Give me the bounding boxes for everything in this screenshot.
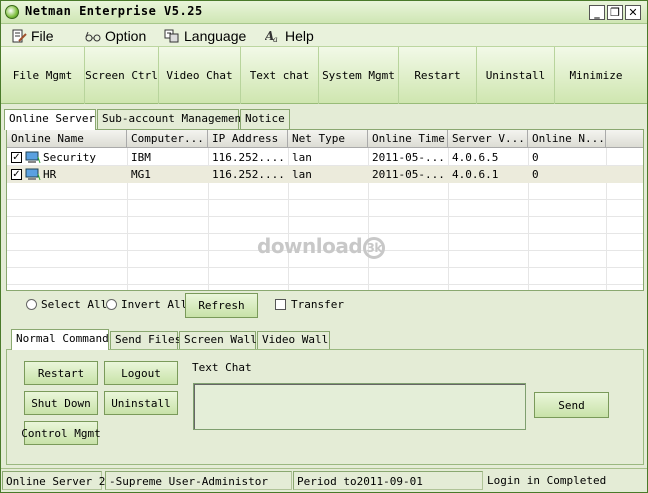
status-bar: Online Server 2 -Supreme User-Administor… <box>1 468 647 492</box>
grid-line <box>7 284 643 285</box>
cell-computer: MG1 <box>131 168 151 181</box>
cell-online-name: HR <box>43 168 57 181</box>
send-button[interactable]: Send <box>534 392 609 418</box>
screen-ctrl-button[interactable]: Screen Ctrl <box>85 47 159 104</box>
menu-option[interactable]: Option <box>85 27 146 45</box>
menu-file-label: File <box>31 28 54 44</box>
file-mgmt-button[interactable]: File Mgmt <box>1 47 85 104</box>
column-online-time[interactable]: Online Time <box>368 130 448 148</box>
column-computer[interactable]: Computer... <box>127 130 208 148</box>
app-logo-icon <box>5 5 19 19</box>
menu-help-label: Help <box>285 28 314 44</box>
uninstall-button[interactable]: Uninstall <box>477 47 555 104</box>
menu-bar: File Option Language A a Help <box>1 24 647 46</box>
column-online-name[interactable]: Online Name <box>7 130 127 148</box>
watermark-mark: 3k <box>363 236 386 259</box>
grid-line <box>7 267 643 268</box>
help-icon: A a <box>265 29 278 43</box>
file-edit-icon <box>12 29 27 43</box>
cmd-restart-button[interactable]: Restart <box>24 361 98 385</box>
maximize-window-button[interactable]: ❐ <box>607 5 623 20</box>
invert-all-radio[interactable] <box>106 299 117 310</box>
cmd-shut-down-button[interactable]: Shut Down <box>24 391 98 415</box>
minimize-button[interactable]: Minimize <box>555 47 637 104</box>
watermark: download 3k <box>257 234 386 259</box>
tab-notice[interactable]: Notice <box>240 109 290 129</box>
status-login: Login in Completed <box>487 474 607 487</box>
cell-online-name: Security <box>43 151 96 164</box>
text-chat-input[interactable] <box>193 383 526 430</box>
menu-option-label: Option <box>105 28 147 44</box>
text-chat-button[interactable]: Text chat <box>241 47 319 104</box>
select-all-radio[interactable] <box>26 299 37 310</box>
close-window-button[interactable]: ✕ <box>625 5 641 20</box>
select-all-label: Select All <box>41 298 108 311</box>
tab-video-wall[interactable]: Video Wall <box>257 331 330 349</box>
cell-online-time: 2011-05-... <box>372 151 445 164</box>
menu-language-label: Language <box>184 28 247 44</box>
tab-normal-command[interactable]: Normal Command <box>11 329 109 350</box>
glasses-icon <box>85 31 101 42</box>
cell-net-type: lan <box>292 151 312 164</box>
video-chat-button[interactable]: Video Chat <box>159 47 241 104</box>
table-row[interactable]: ✓ HR MG1 116.252.... lan 2011-05-... 4.0… <box>7 166 643 183</box>
server-table: Online Name Computer... IP Address Net T… <box>6 129 644 291</box>
column-online-number[interactable]: Online N... <box>528 130 606 148</box>
text-chat-label: Text Chat <box>192 361 252 374</box>
column-server-version[interactable]: Server V... <box>448 130 528 148</box>
title-bar[interactable]: Netman Enterprise V5.25 _ ❐ ✕ <box>1 1 647 24</box>
language-icon <box>164 29 179 43</box>
minimize-window-button[interactable]: _ <box>589 5 605 20</box>
watermark-text: download <box>257 234 363 258</box>
invert-all-label: Invert All <box>121 298 188 311</box>
cell-online-number: 0 <box>532 151 539 164</box>
table-header: Online Name Computer... IP Address Net T… <box>7 130 643 148</box>
tab-send-files[interactable]: Send Files <box>110 331 181 349</box>
toolbar: File Mgmt Screen Ctrl Video Chat Text ch… <box>1 46 647 104</box>
row-checkbox[interactable]: ✓ <box>11 152 22 163</box>
window-title: Netman Enterprise V5.25 <box>25 4 203 18</box>
cell-online-number: 0 <box>532 168 539 181</box>
cell-server-version: 4.0.6.5 <box>452 151 499 164</box>
cell-ip-address: 116.252.... <box>212 168 285 181</box>
grid-line <box>7 199 643 200</box>
column-net-type[interactable]: Net Type <box>288 130 368 148</box>
refresh-button[interactable]: Refresh <box>185 293 258 318</box>
menu-file[interactable]: File <box>11 27 54 45</box>
cell-computer: IBM <box>131 151 151 164</box>
column-ip-address[interactable]: IP Address <box>208 130 288 148</box>
menu-help[interactable]: A a Help <box>265 27 314 45</box>
cell-online-time: 2011-05-... <box>372 168 445 181</box>
cmd-logout-button[interactable]: Logout <box>104 361 178 385</box>
cell-net-type: lan <box>292 168 312 181</box>
status-period: Period to2011-09-01 <box>293 471 483 490</box>
grid-line <box>7 216 643 217</box>
svg-text:a: a <box>273 35 278 43</box>
tab-sub-account-management[interactable]: Sub-account Management <box>97 109 248 129</box>
cell-ip-address: 116.252.... <box>212 151 285 164</box>
system-mgmt-button[interactable]: System Mgmt <box>319 47 399 104</box>
row-checkbox[interactable]: ✓ <box>11 169 22 180</box>
restart-button[interactable]: Restart <box>399 47 477 104</box>
transfer-label: Transfer <box>291 298 344 311</box>
tab-online-server[interactable]: Online Server <box>4 109 96 130</box>
app-window: Netman Enterprise V5.25 _ ❐ ✕ File Optio… <box>0 0 648 493</box>
transfer-checkbox[interactable] <box>275 299 286 310</box>
cmd-control-mgmt-button[interactable]: Control Mgmt <box>21 421 101 445</box>
table-row[interactable]: ✓ Security IBM 116.252.... lan 2011-05-.… <box>7 149 643 166</box>
cell-server-version: 4.0.6.1 <box>452 168 499 181</box>
menu-language[interactable]: Language <box>164 27 246 45</box>
cmd-uninstall-button[interactable]: Uninstall <box>104 391 178 415</box>
status-user: -Supreme User-Administor <box>105 471 292 490</box>
tab-screen-wall[interactable]: Screen Wall <box>179 331 257 349</box>
status-online-server: Online Server 2 <box>2 471 105 490</box>
